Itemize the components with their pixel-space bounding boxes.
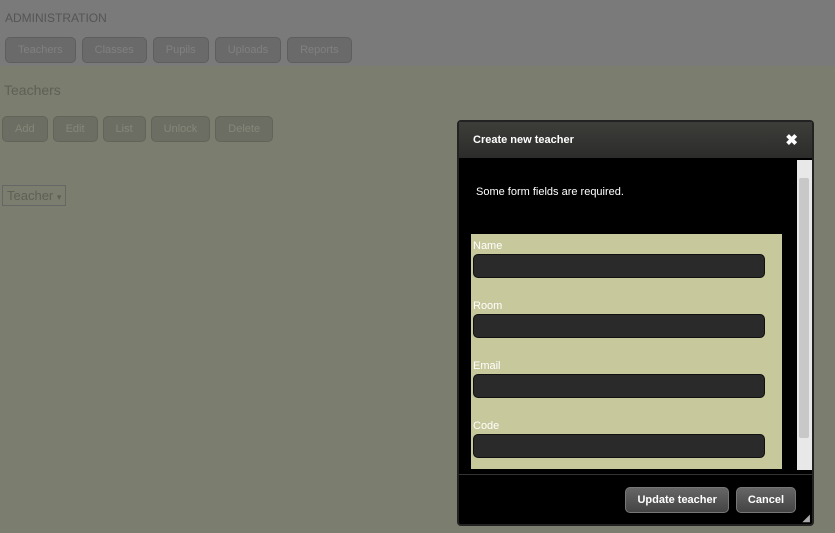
admin-title: ADMINISTRATION [5, 11, 107, 25]
unlock-button[interactable]: Unlock [150, 116, 211, 142]
teacher-form: Name Room Email Code [471, 234, 782, 469]
resize-handle-icon[interactable]: ◢ [802, 513, 810, 524]
dialog-scrollbar[interactable] [797, 160, 812, 470]
room-label: Room [473, 300, 503, 312]
scrollbar-thumb[interactable] [799, 178, 809, 438]
admin-nav: Teachers Classes Pupils Uploads Reports [5, 37, 352, 63]
nav-uploads[interactable]: Uploads [214, 37, 282, 63]
teacher-select[interactable]: Teacher ▾ [2, 185, 67, 206]
dialog-footer: Update teacher Cancel [459, 474, 812, 524]
room-input[interactable] [473, 314, 765, 338]
add-button[interactable]: Add [2, 116, 48, 142]
nav-classes[interactable]: Classes [81, 37, 147, 63]
close-icon[interactable]: ✖ [785, 131, 798, 149]
email-label: Email [473, 360, 501, 372]
code-input[interactable] [473, 434, 765, 458]
cancel-button[interactable]: Cancel [735, 486, 796, 513]
admin-header: ADMINISTRATION Teachers Classes Pupils U… [0, 0, 835, 66]
create-teacher-dialog: Create new teacher ✖ Some form fields are… [457, 120, 814, 526]
dialog-title: Create new teacher [473, 134, 574, 146]
nav-reports[interactable]: Reports [287, 37, 352, 63]
name-input[interactable] [473, 254, 765, 278]
nav-teachers[interactable]: Teachers [5, 37, 76, 63]
toolbar: Add Edit List Unlock Delete [2, 116, 274, 142]
code-label: Code [473, 420, 500, 432]
list-button[interactable]: List [102, 116, 146, 142]
email-input[interactable] [473, 374, 765, 398]
dialog-header: Create new teacher ✖ [459, 122, 812, 158]
nav-pupils[interactable]: Pupils [152, 37, 209, 63]
page-title: Teachers [4, 82, 61, 98]
name-label: Name [473, 240, 503, 252]
chevron-down-icon: ▾ [56, 192, 62, 202]
required-notice: Some form fields are required. [476, 186, 624, 198]
delete-button[interactable]: Delete [215, 116, 274, 142]
edit-button[interactable]: Edit [52, 116, 98, 142]
teacher-select-value: Teacher [7, 188, 54, 203]
update-teacher-button[interactable]: Update teacher [625, 486, 729, 513]
